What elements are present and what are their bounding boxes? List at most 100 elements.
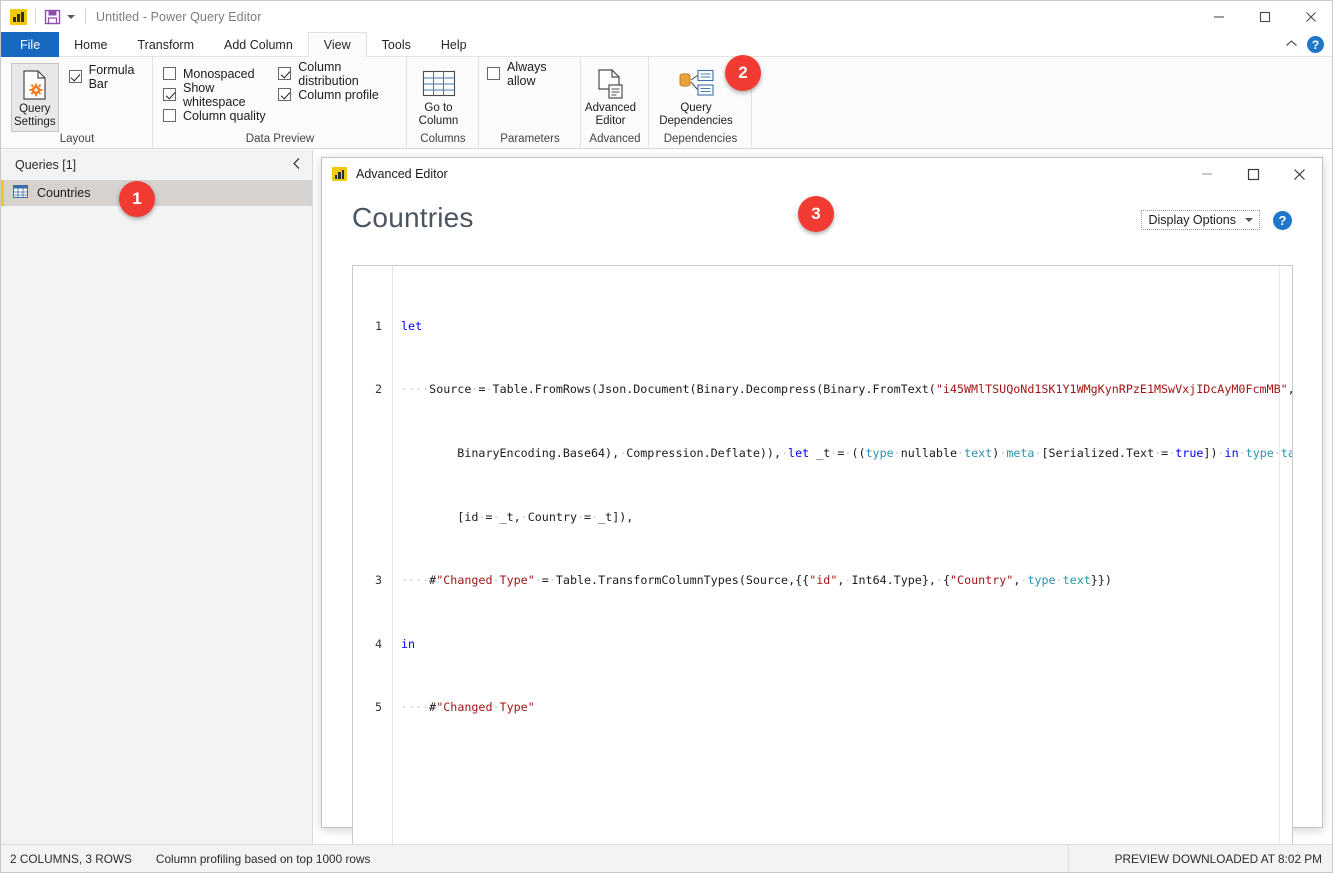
checkbox-column-distribution[interactable]: Column distribution: [278, 63, 398, 84]
formula-bar-checkbox-icon[interactable]: [69, 70, 82, 83]
dialog-maximize-icon[interactable]: [1230, 158, 1276, 190]
code-line: 2 ····Source·=·Table.FromRows(Json.Docum…: [353, 382, 1279, 398]
annotation-badge-1: 1: [119, 181, 155, 217]
ribbon-tab-bar: File Home Transform Add Column View Tool…: [1, 32, 1333, 57]
collapse-ribbon-chevron-up-icon[interactable]: [1285, 39, 1298, 51]
table-icon: [13, 185, 28, 201]
query-settings-button[interactable]: Query Settings: [11, 63, 59, 132]
group-label-dependencies: Dependencies: [649, 132, 752, 149]
status-bar-left: 2 COLUMNS, 3 ROWS Column profiling based…: [1, 852, 370, 866]
tab-transform[interactable]: Transform: [123, 32, 210, 57]
query-settings-label-line2: Settings: [14, 116, 56, 129]
code-line: BinaryEncoding.Base64),·Compression.Defl…: [353, 446, 1279, 462]
ribbon-group-columns: Go to Column Columns: [407, 57, 479, 149]
go-to-column-icon: [421, 66, 457, 102]
quick-access-chevron-down-icon[interactable]: [64, 10, 77, 23]
advanced-editor-label-line2: Editor: [595, 115, 625, 128]
advanced-editor-button[interactable]: Advanced Editor: [581, 63, 640, 130]
line-number: 2: [353, 382, 393, 398]
column-quality-checkbox-icon[interactable]: [163, 109, 176, 122]
tab-tools[interactable]: Tools: [367, 32, 426, 57]
code-line-text: let: [393, 319, 422, 335]
line-number: 3: [353, 573, 393, 589]
code-line-text: ····#"Changed·Type"·=·Table.TransformCol…: [393, 573, 1112, 589]
tab-help[interactable]: Help: [426, 32, 482, 57]
tab-add-column[interactable]: Add Column: [209, 32, 308, 57]
group-label-advanced: Advanced: [581, 132, 649, 149]
tab-file[interactable]: File: [1, 32, 59, 57]
dialog-power-bi-logo-icon: [332, 167, 347, 181]
titlebar-divider-2: [85, 9, 86, 24]
dialog-title: Advanced Editor: [356, 167, 448, 181]
code-line: 1 let: [353, 319, 1279, 335]
window-controls: [1196, 1, 1333, 32]
code-line-text: BinaryEncoding.Base64),·Compression.Defl…: [393, 446, 1293, 462]
code-line: 3 ····#"Changed·Type"·=·Table.TransformC…: [353, 573, 1279, 589]
go-to-column-button[interactable]: Go to Column: [413, 63, 465, 130]
always-allow-checkbox-icon[interactable]: [487, 67, 500, 80]
query-dependencies-icon: [676, 66, 716, 102]
column-profile-label: Column profile: [298, 88, 379, 102]
title-bar: Untitled - Power Query Editor: [1, 1, 1333, 32]
tab-home[interactable]: Home: [59, 32, 122, 57]
help-icon[interactable]: ?: [1307, 36, 1324, 53]
ribbon-group-data-preview: Monospaced Show whitespace Column qualit…: [153, 57, 407, 149]
always-allow-label: Always allow: [507, 60, 572, 88]
checkbox-column-quality[interactable]: Column quality: [163, 105, 270, 126]
code-line: 4 in: [353, 637, 1279, 653]
status-profiling[interactable]: Column profiling based on top 1000 rows: [156, 852, 370, 866]
go-to-column-label-line1: Go to: [424, 102, 452, 115]
status-bar-divider: [1068, 845, 1069, 872]
query-dependencies-label-line1: Query: [680, 102, 711, 115]
ribbon-group-advanced: Advanced Editor Advanced: [581, 57, 649, 149]
group-label-columns: Columns: [407, 132, 479, 149]
power-bi-logo-icon: [10, 9, 27, 25]
tab-view[interactable]: View: [308, 32, 367, 57]
show-whitespace-checkbox-icon[interactable]: [163, 88, 176, 101]
power-query-editor-window: Untitled - Power Query Editor File Home …: [0, 0, 1333, 873]
monospaced-checkbox-icon[interactable]: [163, 67, 176, 80]
query-settings-label-line1: Query: [19, 103, 50, 116]
code-editor[interactable]: 1 let 2 ····Source·=·Table.FromRows(Json…: [352, 265, 1293, 873]
save-icon[interactable]: [44, 9, 61, 24]
code-line: 5 ····#"Changed·Type": [353, 700, 1279, 716]
status-bar: 2 COLUMNS, 3 ROWS Column profiling based…: [1, 844, 1333, 872]
dialog-title-bar: Advanced Editor: [322, 158, 1322, 190]
collapse-queries-pane-chevron-left-icon[interactable]: [292, 157, 302, 173]
group-label-parameters: Parameters: [479, 132, 581, 149]
maximize-icon[interactable]: [1242, 1, 1288, 32]
line-number: 5: [353, 700, 393, 716]
display-options-dropdown[interactable]: Display Options: [1141, 210, 1260, 230]
ribbon-group-layout: Query Settings Formula Bar Layout: [1, 57, 153, 149]
group-label-layout: Layout: [1, 132, 153, 149]
display-options-label: Display Options: [1148, 213, 1236, 227]
dialog-help-icon[interactable]: ?: [1273, 211, 1292, 230]
queries-pane-header: Queries [1]: [1, 150, 312, 180]
checkbox-show-whitespace[interactable]: Show whitespace: [163, 84, 270, 105]
line-number: 4: [353, 637, 393, 653]
monospaced-label: Monospaced: [183, 67, 255, 81]
group-label-data-preview: Data Preview: [153, 132, 407, 149]
formula-bar-label: Formula Bar: [89, 63, 144, 91]
dialog-query-name: Countries: [352, 202, 474, 234]
ribbon-right-controls: ?: [1285, 32, 1330, 57]
go-to-column-label-line2: Column: [419, 115, 459, 128]
column-profile-checkbox-icon[interactable]: [278, 88, 291, 101]
queries-pane: Queries [1] Countries: [1, 150, 313, 844]
line-number: 1: [353, 319, 393, 335]
status-preview-downloaded: PREVIEW DOWNLOADED AT 8:02 PM: [1115, 852, 1333, 866]
code-line-text: [id·=·_t,·Country·=·_t]),: [393, 510, 633, 526]
checkbox-formula-bar[interactable]: Formula Bar: [69, 66, 144, 87]
minimize-icon[interactable]: [1196, 1, 1242, 32]
sidebar-item-countries-label: Countries: [37, 186, 91, 200]
sidebar-item-countries[interactable]: Countries: [1, 180, 312, 206]
close-icon[interactable]: [1288, 1, 1333, 32]
code-line: [id·=·_t,·Country·=·_t]),: [353, 510, 1279, 526]
queries-pane-title: Queries [1]: [15, 158, 76, 172]
dialog-minimize-icon[interactable]: [1184, 158, 1230, 190]
code-vertical-scrollbar[interactable]: [1279, 266, 1292, 873]
column-distribution-checkbox-icon[interactable]: [278, 67, 291, 80]
checkbox-always-allow[interactable]: Always allow: [487, 63, 572, 84]
query-dependencies-label-line2: Dependencies: [659, 115, 733, 128]
dialog-close-icon[interactable]: [1276, 158, 1322, 190]
